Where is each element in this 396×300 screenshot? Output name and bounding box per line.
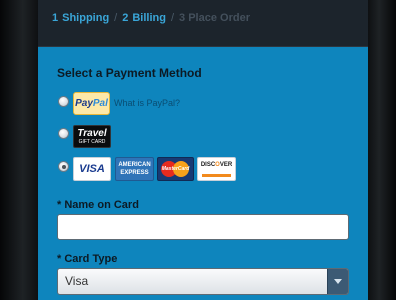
discover-text-start: DISC bbox=[200, 162, 216, 168]
discover-stripe bbox=[202, 174, 231, 177]
paypal-logo-pal: Pal bbox=[92, 98, 108, 109]
card-type-selected-value: Visa bbox=[65, 274, 89, 288]
step-separator: / bbox=[170, 12, 175, 24]
step-number: 1 bbox=[52, 12, 59, 24]
gift-card-text: GIFT CARD bbox=[78, 139, 106, 145]
step-label: Shipping bbox=[62, 12, 110, 24]
phone-bezel-right bbox=[368, 0, 396, 300]
card-type-label: * Card Type bbox=[57, 253, 118, 265]
visa-logo: VISA bbox=[73, 157, 111, 181]
name-on-card-label: * Name on Card bbox=[57, 199, 139, 211]
step-shipping[interactable]: 1 Shipping bbox=[52, 12, 109, 24]
gift-card-radio[interactable] bbox=[58, 128, 69, 139]
discover-text-end: VER bbox=[219, 162, 233, 168]
paypal-radio[interactable] bbox=[58, 96, 69, 107]
travel-logo-text: Travel bbox=[77, 128, 107, 139]
paypal-logo: PayPal bbox=[73, 92, 110, 115]
step-separator: / bbox=[114, 12, 118, 24]
checkout-screen: 1 Shipping / 2 Billing / 3 Place Order Select … bbox=[38, 0, 368, 300]
chevron-down-icon[interactable] bbox=[327, 269, 348, 294]
phone-bezel-left bbox=[0, 0, 38, 300]
payment-panel: Select a Payment Method PayPal What is P… bbox=[38, 47, 368, 300]
step-number: 3 bbox=[179, 12, 186, 24]
payment-method-title: Select a Payment Method bbox=[57, 66, 202, 80]
credit-card-radio[interactable] bbox=[58, 161, 69, 172]
travel-gift-card-logo: Travel GIFT CARD bbox=[73, 125, 111, 148]
name-on-card-input[interactable] bbox=[57, 214, 349, 240]
checkout-steps: 1 Shipping / 2 Billing / 3 Place Order bbox=[38, 0, 368, 47]
discover-logo: DISCOVER bbox=[197, 157, 236, 181]
amex-logo: AMERICAN EXPRESS bbox=[115, 157, 154, 181]
mastercard-text: MasterCard bbox=[161, 166, 190, 172]
paypal-logo-pay: Pay bbox=[75, 98, 93, 109]
mastercard-logo: MasterCard bbox=[157, 157, 194, 181]
step-place-order: 3 Place Order bbox=[179, 12, 250, 24]
step-number: 2 bbox=[122, 12, 129, 24]
amex-bottom-text: EXPRESS bbox=[120, 170, 149, 176]
step-label: Billing bbox=[132, 12, 166, 24]
amex-top-text: AMERICAN bbox=[118, 162, 151, 168]
card-type-select[interactable]: Visa bbox=[57, 268, 349, 295]
what-is-paypal-link[interactable]: What is PayPal? bbox=[114, 98, 180, 108]
step-billing[interactable]: 2 Billing bbox=[122, 12, 166, 24]
step-label: Place Order bbox=[188, 12, 250, 24]
